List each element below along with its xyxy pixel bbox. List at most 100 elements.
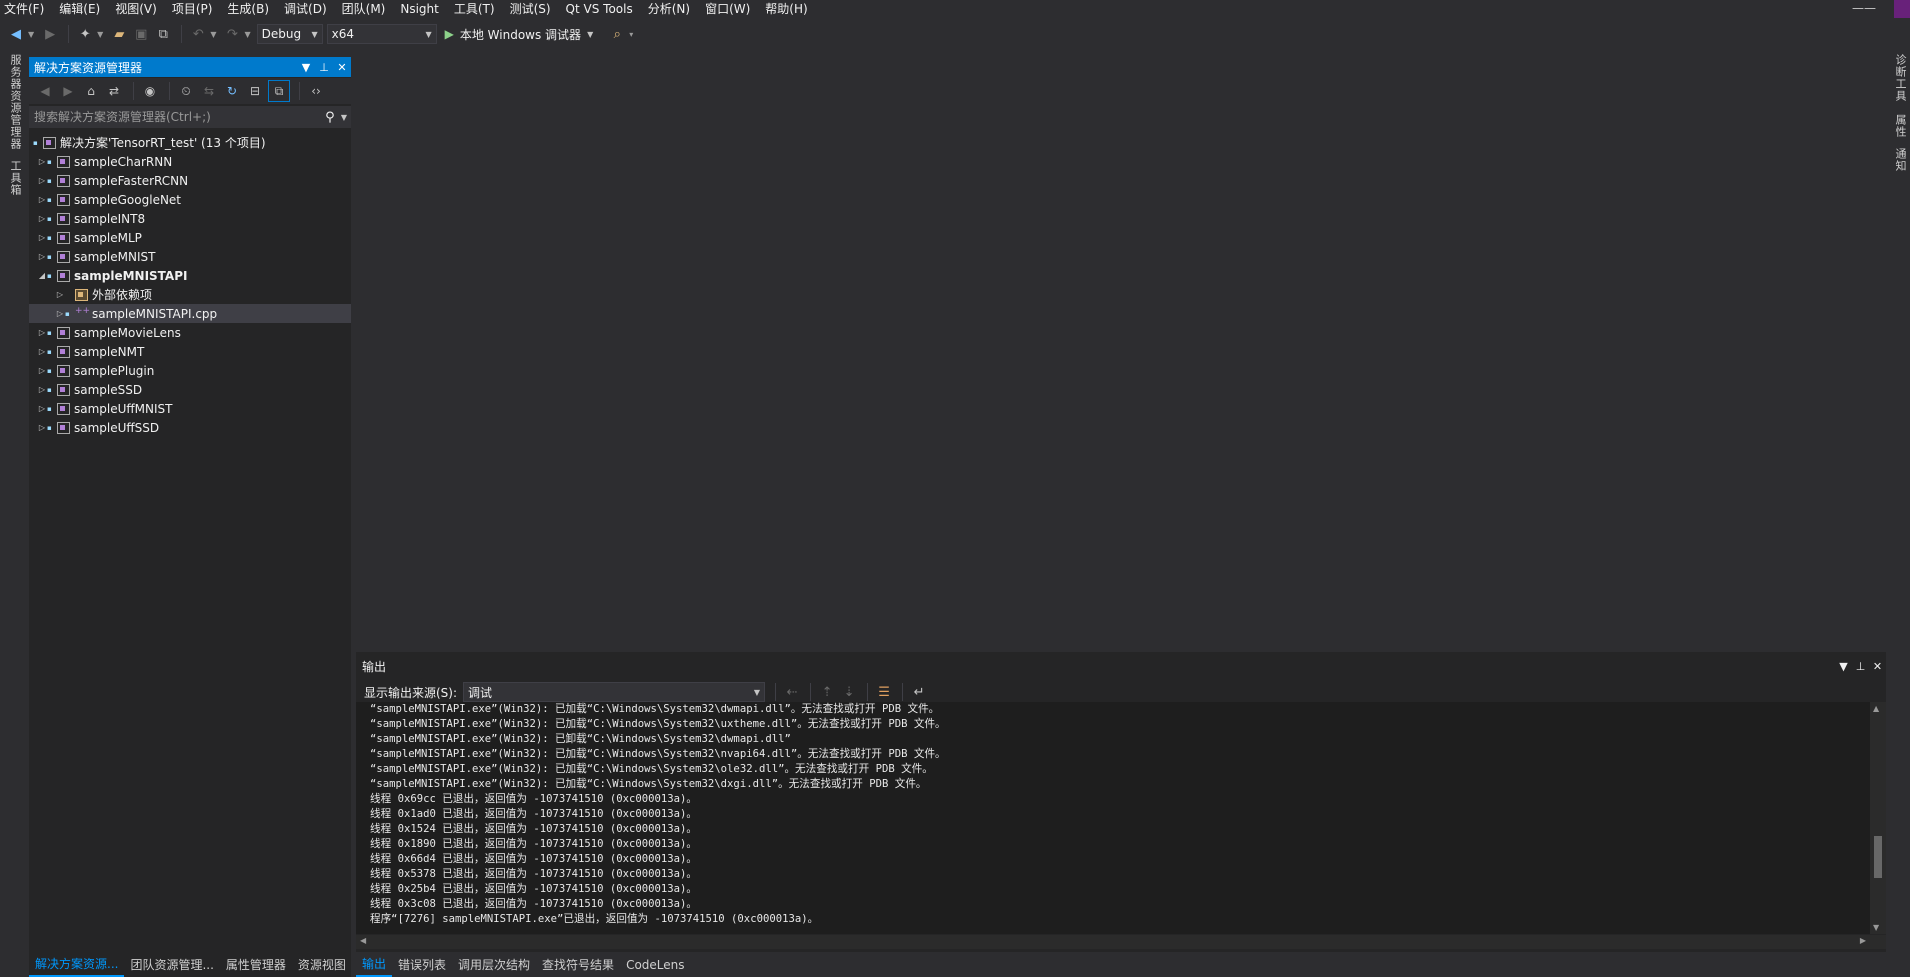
back-icon[interactable]: ◀ (35, 81, 55, 101)
clear-all-icon[interactable]: ☰ (874, 682, 894, 702)
project-child-item[interactable]: ▷▪ sampleMNISTAPI.cpp (29, 304, 351, 323)
solution-search-box[interactable]: ⚲ ▼ (29, 106, 351, 128)
back-dropdown-icon[interactable]: ▼ (28, 30, 34, 39)
switch-views-icon[interactable]: ⇄ (104, 81, 124, 101)
menu-item[interactable]: 帮助(H) (758, 0, 815, 18)
output-text-area[interactable]: “sampleMNISTAPI.exe”(Win32): 已加载“C:\Wind… (356, 702, 1870, 934)
menu-item[interactable]: Qt VS Tools (559, 0, 641, 18)
expand-icon[interactable]: ▷ (55, 309, 65, 318)
view-code-icon[interactable]: ‹› (306, 81, 326, 101)
expand-icon[interactable]: ▷ (37, 423, 47, 432)
project-item[interactable]: ▷ ▪ sampleGoogleNet (29, 190, 351, 209)
menu-item[interactable]: 调试(D) (277, 0, 335, 18)
undo-icon[interactable]: ↶ (188, 24, 208, 44)
close-icon[interactable]: ✕ (1869, 660, 1886, 673)
collapse-icon[interactable]: ◢ (37, 271, 47, 280)
next-message-icon[interactable]: ⇣ (839, 682, 859, 702)
redo-icon[interactable]: ↷ (222, 24, 242, 44)
project-item[interactable]: ▷ ▪ sampleINT8 (29, 209, 351, 228)
configuration-select[interactable]: Debug ▼ (256, 24, 323, 44)
open-file-icon[interactable]: ▰ (109, 24, 129, 44)
save-icon[interactable]: ▣ (131, 24, 151, 44)
expand-icon[interactable]: ▷ (37, 157, 47, 166)
save-all-icon[interactable]: ⧉ (153, 24, 173, 44)
word-wrap-icon[interactable]: ↵ (909, 682, 929, 702)
diagnostic-tools-tab[interactable]: 诊断工具 (1892, 54, 1908, 102)
bottom-tab[interactable]: 错误列表 (392, 954, 452, 976)
notifications-tab[interactable]: 通知 (1892, 148, 1908, 172)
menu-item[interactable]: 生成(B) (220, 0, 277, 18)
find-in-files-icon[interactable]: ⌕ (607, 24, 627, 44)
expand-icon[interactable]: ▷ (37, 347, 47, 356)
scrollbar-thumb[interactable] (1874, 836, 1882, 878)
refresh-icon[interactable]: ↻ (222, 81, 242, 101)
project-item[interactable]: ▷ ▪ sampleNMT (29, 342, 351, 361)
expand-icon[interactable]: ▷ (37, 195, 47, 204)
project-item[interactable]: ▷ ▪ sampleUffMNIST (29, 399, 351, 418)
project-item[interactable]: ▷ ▪ sampleUffSSD (29, 418, 351, 437)
platform-select[interactable]: x64 ▼ (326, 24, 437, 44)
menu-item[interactable]: 窗口(W) (698, 0, 758, 18)
project-item[interactable]: ▷ ▪ sampleCharRNN (29, 152, 351, 171)
close-icon[interactable]: ✕ (333, 61, 351, 74)
collapse-all-icon[interactable]: ⊟ (245, 81, 265, 101)
scroll-right-icon[interactable]: ▶ (1860, 936, 1866, 945)
panel-tab[interactable]: 团队资源管理... (124, 954, 219, 976)
expand-icon[interactable]: ▷ (37, 252, 47, 261)
previous-message-icon[interactable]: ⇡ (817, 682, 837, 702)
menu-item[interactable]: 视图(V) (108, 0, 165, 18)
pending-changes-filter-icon[interactable]: ⏲ (176, 81, 196, 101)
expand-icon[interactable]: ▷ (37, 214, 47, 223)
panel-tab[interactable]: 解决方案资源... (29, 953, 125, 977)
forward-icon[interactable]: ▶ (58, 81, 78, 101)
toolbar-options-icon[interactable]: ▾ (629, 30, 633, 39)
bottom-tab[interactable]: 查找符号结果 (536, 954, 620, 976)
undo-dropdown-icon[interactable]: ▼ (210, 30, 216, 39)
output-vertical-scrollbar[interactable]: ▲ ▼ (1870, 702, 1886, 934)
expand-icon[interactable]: ▷ (37, 404, 47, 413)
project-item[interactable]: ▷ ▪ sampleFasterRCNN (29, 171, 351, 190)
bottom-tab[interactable]: 调用层次结构 (452, 954, 536, 976)
menu-item[interactable]: 工具(T) (447, 0, 503, 18)
menu-item[interactable]: 分析(N) (641, 0, 698, 18)
menu-item[interactable]: 项目(P) (165, 0, 221, 18)
menu-item[interactable]: 测试(S) (503, 0, 559, 18)
solution-search-input[interactable] (34, 110, 319, 124)
minimize-button[interactable]: —— (1852, 1, 1876, 15)
bottom-tab[interactable]: CodeLens (620, 954, 690, 976)
sync-active-document-icon[interactable]: ⇆ (199, 81, 219, 101)
solution-root[interactable]: ▪ 解决方案'TensorRT_test' (13 个项目) (29, 133, 351, 152)
scroll-up-icon[interactable]: ▲ (1873, 704, 1879, 713)
search-options-icon[interactable]: ▼ (341, 113, 347, 122)
output-horizontal-scrollbar[interactable]: ◀ ▶ (356, 935, 1886, 949)
menu-item[interactable]: 文件(F) (0, 0, 52, 18)
output-source-select[interactable]: 调试 ▼ (463, 682, 766, 702)
show-all-icon[interactable]: ⧉ (268, 80, 290, 102)
expand-icon[interactable]: ▷ (37, 176, 47, 185)
menu-item[interactable]: 团队(M) (335, 0, 394, 18)
home-icon[interactable]: ⌂ (81, 81, 101, 101)
window-position-icon[interactable]: ▼ (1835, 660, 1852, 673)
redo-dropdown-icon[interactable]: ▼ (244, 30, 250, 39)
scroll-left-icon[interactable]: ◀ (360, 936, 366, 945)
find-message-icon[interactable]: ⇠ (782, 682, 802, 702)
expand-icon[interactable]: ▷ (37, 233, 47, 242)
new-project-dropdown-icon[interactable]: ▼ (97, 30, 103, 39)
bottom-tab[interactable]: 输出 (356, 953, 393, 977)
back-icon[interactable]: ◀ (6, 24, 26, 44)
expand-icon[interactable]: ▷ (37, 328, 47, 337)
search-icon[interactable]: ⚲ (319, 110, 341, 125)
menu-item[interactable]: Nsight (393, 0, 447, 18)
panel-tab[interactable]: 资源视图 (292, 954, 352, 976)
window-position-icon[interactable]: ▼ (297, 61, 315, 74)
properties-tab[interactable]: 属性 (1892, 114, 1908, 138)
toolbox-tab[interactable]: 工具箱 (7, 160, 23, 196)
project-item[interactable]: ▷ ▪ samplePlugin (29, 361, 351, 380)
scroll-down-icon[interactable]: ▼ (1873, 923, 1879, 932)
new-project-icon[interactable]: ✦ (75, 24, 95, 44)
menu-item[interactable]: 编辑(E) (52, 0, 108, 18)
forward-icon[interactable]: ▶ (40, 24, 60, 44)
expand-icon[interactable]: ▷ (37, 385, 47, 394)
project-item[interactable]: ▷ ▪ sampleMovieLens (29, 323, 351, 342)
server-explorer-tab[interactable]: 服务器资源管理器 (7, 54, 23, 150)
